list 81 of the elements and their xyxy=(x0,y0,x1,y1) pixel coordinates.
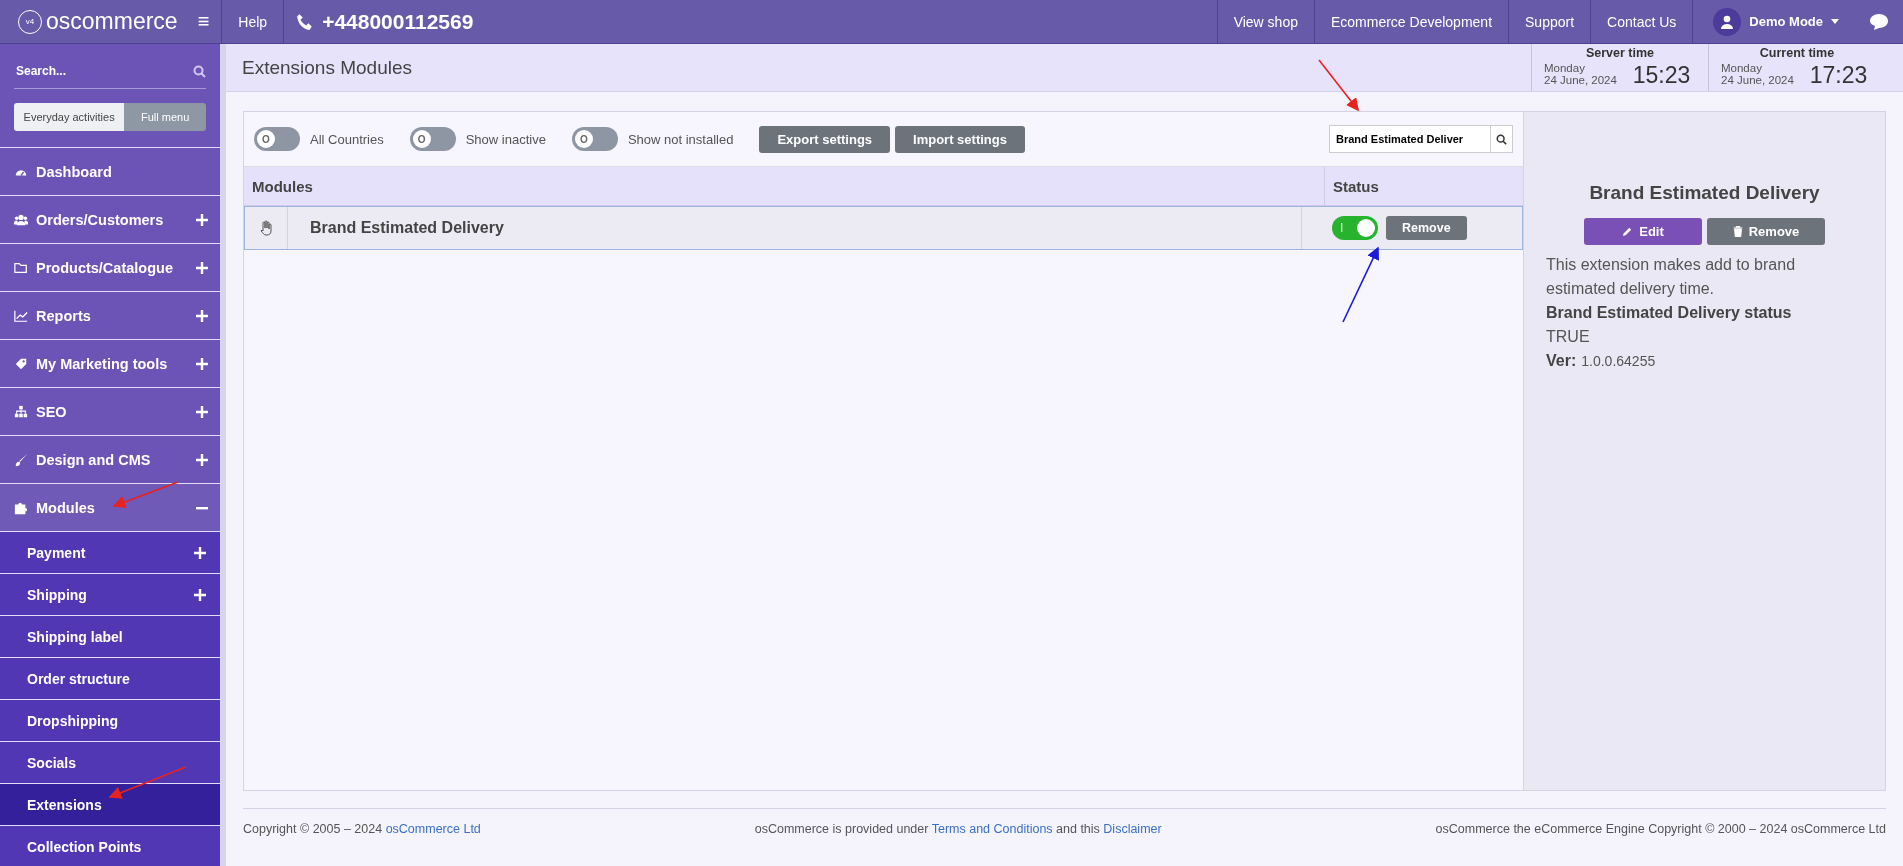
header-link[interactable]: View shop xyxy=(1216,0,1314,43)
sidebar-subitem[interactable]: Extensions xyxy=(0,783,220,825)
line-chart-icon xyxy=(14,308,28,323)
user-avatar xyxy=(1713,7,1742,36)
search-button[interactable] xyxy=(1491,125,1513,153)
plus-icon[interactable] xyxy=(196,261,208,274)
menu-button[interactable]: ≡ xyxy=(185,0,223,43)
toggle-label: All Countries xyxy=(310,131,384,147)
plus-icon[interactable] xyxy=(196,405,208,418)
sidebar-item[interactable]: Modules xyxy=(0,483,220,531)
settings-button[interactable]: Export settings xyxy=(759,125,891,153)
tag-icon xyxy=(14,356,28,371)
toggle-label: Show not installed xyxy=(627,131,734,147)
plus-icon[interactable] xyxy=(194,546,206,559)
toggle-label: Show inactive xyxy=(465,131,546,147)
plus-icon[interactable] xyxy=(196,357,208,370)
footer-link[interactable]: osCommerce Ltd xyxy=(385,822,481,836)
clock-time: 17:23 xyxy=(1809,62,1869,90)
hand-icon[interactable] xyxy=(259,220,273,236)
sidebar-subitem[interactable]: Dropshipping xyxy=(0,699,220,741)
column-header: Status xyxy=(1333,177,1379,195)
module-row[interactable]: Brand Estimated Delivery I Remove xyxy=(244,206,1523,250)
header-link[interactable]: Support xyxy=(1508,0,1591,43)
caret-icon[interactable] xyxy=(1831,19,1839,24)
plus-icon[interactable] xyxy=(196,213,208,226)
edit-button[interactable]: Edit xyxy=(1584,218,1702,245)
puzzle-icon xyxy=(14,500,28,515)
phone-number: +448000112569 xyxy=(322,9,474,34)
sidebar-subitem[interactable]: Collection Points xyxy=(0,825,220,866)
page-title: Extensions Modules xyxy=(242,56,413,79)
trash-icon xyxy=(1732,226,1743,237)
search-icon[interactable] xyxy=(1496,133,1507,145)
plus-icon[interactable] xyxy=(194,588,206,601)
folder-icon xyxy=(14,260,28,275)
sidebar-subitem[interactable]: Payment xyxy=(0,531,220,573)
help-link[interactable]: Help xyxy=(222,0,285,43)
clock-label: Current time xyxy=(1758,45,1836,60)
header-link[interactable]: Contact Us xyxy=(1590,0,1693,43)
status-value: TRUE xyxy=(1546,327,1591,347)
toggle-switch[interactable]: O xyxy=(571,127,618,151)
sidebar-subitem[interactable]: Order structure xyxy=(0,657,220,699)
users-icon xyxy=(14,212,28,227)
toggle-switch[interactable]: O xyxy=(409,127,456,151)
remove-button[interactable]: Remove xyxy=(1386,216,1467,240)
plus-icon[interactable] xyxy=(196,309,208,322)
user-name[interactable]: Demo Mode xyxy=(1749,14,1823,29)
menu-mode-tab[interactable]: Everyday activities xyxy=(14,103,125,131)
module-search-field[interactable]: Brand Estimated Deliver xyxy=(1329,125,1491,153)
sidebar-subitem[interactable]: Shipping label xyxy=(0,615,220,657)
clock-date: Monday 24 June, 2024 xyxy=(1544,61,1618,89)
brush-icon xyxy=(14,452,28,467)
details-title: Brand Estimated Delivery xyxy=(1588,182,1821,204)
version-label: Ver: xyxy=(1546,351,1577,371)
clock-label: Server time xyxy=(1584,45,1656,60)
remove-button[interactable]: Remove xyxy=(1707,218,1825,245)
footer-link[interactable]: Disclaimer xyxy=(1103,822,1162,836)
copyright-text: Copyright © 2005 – 2024 osCommerce Ltd xyxy=(243,822,481,836)
sitemap-icon xyxy=(14,404,28,419)
sidebar-search-field[interactable]: Search... xyxy=(14,63,193,79)
clock-time: 15:23 xyxy=(1632,62,1692,90)
settings-button[interactable]: Import settings xyxy=(895,125,1025,153)
plus-icon[interactable] xyxy=(196,453,208,466)
annotation-arrow xyxy=(1318,59,1359,112)
version-number: 1.0.0.64255 xyxy=(1581,352,1656,371)
footer-link[interactable]: Terms and Conditions xyxy=(931,822,1053,836)
chat-icon[interactable] xyxy=(1869,12,1889,31)
license-text: osCommerce is provided under Terms and Conditions and this Disclaimer xyxy=(754,822,1162,836)
phone-icon xyxy=(296,12,315,31)
logo-text[interactable]: oscommerce xyxy=(46,8,178,35)
status-label: Brand Estimated Delivery status xyxy=(1546,303,1793,323)
details-description: This extension makes add to brand estimated delivery time. xyxy=(1546,255,1797,299)
sidebar-subitem[interactable]: Shipping xyxy=(0,573,220,615)
clock-date: Monday 24 June, 2024 xyxy=(1721,61,1795,89)
pencil-icon xyxy=(1622,226,1634,237)
header-link[interactable]: Ecommerce Development xyxy=(1313,0,1509,43)
sidebar-subitem[interactable]: Socials xyxy=(0,741,220,783)
toggle-switch[interactable]: O xyxy=(254,127,300,151)
module-name: Brand Estimated Delivery xyxy=(310,219,504,237)
annotation-arrow xyxy=(112,481,179,509)
column-header: Modules xyxy=(252,177,313,195)
engine-copyright-text: osCommerce the eCommerce Engine Copyright © 2000 – 2024 osCommerce Ltd xyxy=(1435,822,1886,836)
